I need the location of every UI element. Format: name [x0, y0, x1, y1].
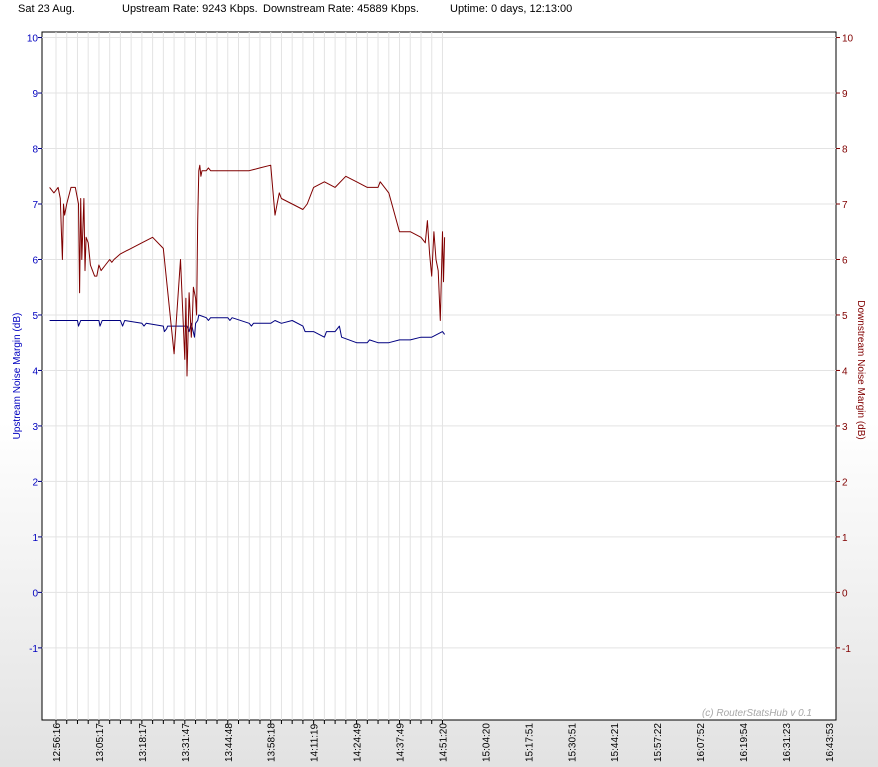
x-tick-label: 12:56:16	[52, 723, 63, 762]
x-tick-label: 14:24:49	[353, 723, 364, 762]
left-y-tick-label: 9	[32, 89, 38, 100]
left-y-tick-label: 0	[32, 588, 38, 599]
right-y-tick-label: 6	[842, 255, 848, 266]
noise-margin-chart: 109876543210-1 109876543210-1 12:56:16 13…	[12, 31, 866, 762]
right-y-tick-label: 5	[842, 311, 848, 322]
x-tick-label: 15:17:51	[524, 723, 535, 762]
x-tick-label: 14:11:19	[310, 723, 321, 762]
x-tick-label: 14:51:20	[438, 723, 449, 762]
x-tick-label: 14:37:49	[396, 723, 407, 762]
right-y-tick-label: 4	[842, 366, 848, 377]
x-axis: 12:56:16 13:05:17 13:18:17 13:31:47 13:44:48…	[52, 720, 836, 762]
x-tick-label: 13:44:48	[224, 723, 235, 762]
left-y-tick-label: 2	[32, 477, 38, 488]
x-tick-label: 15:57:22	[653, 723, 664, 762]
left-y-tick-label: 4	[32, 366, 38, 377]
left-y-tick-label: 7	[32, 200, 38, 211]
right-y-tick-label: 3	[842, 422, 848, 433]
right-y-tick-label: 1	[842, 533, 848, 544]
left-y-tick-label: 8	[32, 145, 38, 156]
right-y-tick-label: 10	[842, 34, 854, 45]
x-tick-label: 13:05:17	[95, 723, 106, 762]
right-y-tick-label: 0	[842, 588, 848, 599]
right-axis-title: Downstream Noise Margin (dB)	[855, 300, 866, 440]
x-tick-label: 15:04:20	[481, 723, 492, 762]
left-y-tick-label: 5	[32, 311, 38, 322]
left-y-tick-label: 10	[27, 34, 39, 45]
x-tick-label: 16:31:23	[782, 723, 793, 762]
left-y-axis: 109876543210-1	[27, 34, 42, 655]
x-tick-label: 16:07:52	[696, 723, 707, 762]
left-y-tick-label: 1	[32, 533, 38, 544]
x-tick-label: 15:44:21	[610, 723, 621, 762]
x-tick-label: 16:19:54	[739, 723, 750, 762]
left-axis-title: Upstream Noise Margin (dB)	[12, 313, 23, 440]
x-tick-label: 16:43:53	[825, 723, 836, 762]
right-y-tick-label: 8	[842, 145, 848, 156]
watermark: (c) RouterStatsHub v 0.1	[702, 708, 812, 719]
left-y-tick-label: 3	[32, 422, 38, 433]
x-tick-label: 13:58:18	[267, 723, 278, 762]
plot-area	[41, 31, 837, 721]
right-y-tick-label: 2	[842, 477, 848, 488]
right-y-tick-label: 9	[842, 89, 848, 100]
right-y-tick-label: -1	[842, 644, 851, 655]
right-y-axis: 109876543210-1	[836, 34, 854, 655]
left-y-tick-label: 6	[32, 255, 38, 266]
x-tick-label: 15:30:51	[567, 723, 578, 762]
left-y-tick-label: -1	[29, 644, 38, 655]
x-tick-label: 13:18:17	[138, 723, 149, 762]
right-y-tick-label: 7	[842, 200, 848, 211]
x-tick-label: 13:31:47	[181, 723, 192, 762]
